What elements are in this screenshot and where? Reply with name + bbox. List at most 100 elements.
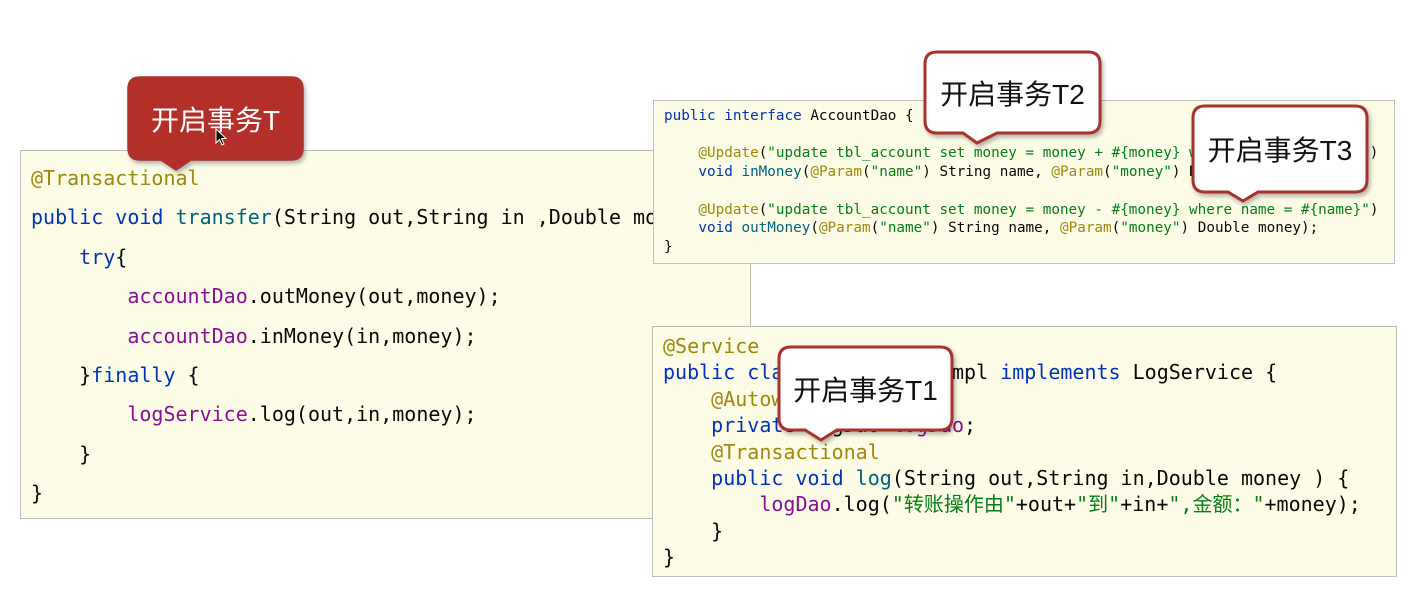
code-token-plain: .log(	[831, 492, 892, 517]
code-token-string: "到"	[1076, 492, 1121, 517]
code-token-annotation: @Update	[664, 201, 759, 218]
code-token-keyword: void	[664, 220, 742, 237]
code-token-plain: ) Double money);	[1180, 220, 1319, 237]
code-token-plain: .outMoney(out,money);	[247, 284, 501, 309]
callout-transaction-t1: 开启事务T1	[777, 345, 954, 442]
code-token-plain: }	[664, 238, 673, 255]
transfer-code-panel-line-8: }	[31, 474, 750, 513]
code-token-plain: {	[175, 362, 200, 387]
log-service-code-panel-line-5: public void log(String out,String in,Dou…	[663, 465, 1396, 491]
code-token-method: inMoney	[741, 164, 802, 181]
code-after-callout: )	[1370, 144, 1379, 163]
code-token-annotation: @Update	[664, 145, 759, 162]
callout-transaction-t: 开启事务T	[126, 75, 305, 172]
transfer-code-panel: @Transactional public void transfer(Strin…	[20, 150, 751, 519]
code-token-plain: (	[1103, 164, 1112, 181]
code-token-plain: (	[862, 164, 871, 181]
code-token-keyword: public void	[31, 205, 176, 230]
callout-transaction-t2: 开启事务T2	[923, 50, 1102, 145]
account-dao-code-panel-line-6: void outMoney(@Param("name") String name…	[664, 219, 1394, 238]
code-token-plain: .inMoney(in,money);	[247, 323, 477, 348]
code-token-plain: +out+	[1015, 492, 1077, 517]
code-token-plain: {	[115, 244, 128, 269]
log-service-code-panel-line-7: }	[663, 518, 1396, 544]
code-token-plain: AccountDao {	[810, 108, 914, 124]
code-token-plain: (	[810, 220, 819, 237]
callout-label: 开启事务T	[150, 104, 281, 136]
transfer-code-panel-line-1: public void transfer(String out,String i…	[31, 198, 750, 237]
code-token-plain: )	[1369, 145, 1379, 162]
code-after-callout: mpl implements LogService {	[952, 359, 1277, 385]
account-dao-code-panel-line-7: }	[664, 238, 1394, 257]
code-token-plain: }	[31, 481, 44, 505]
code-token-plain: (String out,String in,Double money ) {	[891, 465, 1350, 490]
code-token-string: "money"	[1120, 220, 1181, 237]
code-token-plain: (	[1111, 220, 1121, 237]
code-token-annotation: @Service	[663, 334, 760, 358]
transfer-code-panel-line-6: logService.log(out,in,money);	[31, 395, 750, 434]
callout-transaction-t3: 开启事务T3	[1191, 104, 1369, 204]
transfer-code-panel-line-7: }	[31, 435, 750, 474]
code-token-method: outMoney	[741, 220, 811, 237]
code-token-plain: +money);	[1264, 492, 1361, 517]
code-token-string: ",金额："	[1168, 492, 1265, 517]
log-service-code-panel-line-4: @Transactional	[663, 439, 1396, 465]
callout-label: 开启事务T2	[940, 78, 1085, 110]
transfer-code-panel-line-2: try{	[31, 238, 750, 277]
code-token-keyword: public cla	[663, 360, 784, 385]
code-token-keyword: private	[663, 413, 796, 438]
code-token-plain: (	[758, 201, 768, 218]
code-token-string: "name"	[870, 164, 923, 181]
code-token-annotation: @Param	[810, 164, 862, 181]
code-token-field: accountDao	[31, 323, 248, 348]
code-token-keyword: void	[664, 164, 742, 181]
code-token-annotation: @Param	[1051, 164, 1104, 181]
code-token-plain: (String out,String in ,Double mo	[271, 205, 658, 230]
code-token-annotation: @Param	[818, 220, 871, 237]
code-token-plain: ;	[964, 413, 977, 438]
log-service-code-panel-line-0: @Service	[663, 333, 1396, 359]
transfer-code-panel-line-3: accountDao.outMoney(out,money);	[31, 277, 750, 316]
code-token-field: logService	[31, 402, 248, 427]
code-token-plain: (	[870, 220, 880, 237]
code-token-field: accountDao	[31, 284, 248, 309]
code-token-plain: (	[758, 145, 768, 162]
code-token-annotation: @Autow	[663, 386, 784, 411]
log-service-code-panel-line-1: public cla mpl implements LogService {	[663, 359, 1396, 385]
code-token-string: "money"	[1111, 164, 1172, 181]
mouse-cursor-icon	[215, 128, 227, 146]
code-token-plain: ) String name,	[930, 220, 1060, 237]
callout-label: 开启事务T1	[793, 374, 938, 406]
code-token-plain: +in+	[1120, 492, 1169, 517]
code-token-plain: LogService {	[1120, 360, 1278, 385]
code-token-keyword: finally	[91, 362, 176, 387]
log-service-code-panel-line-8: }	[663, 544, 1396, 570]
code-token-method: log	[855, 465, 892, 490]
code-token-plain: .log(out,in,money);	[247, 402, 477, 427]
code-token-keyword: public void	[663, 465, 856, 490]
code-token-field: logDao	[663, 492, 832, 517]
code-token-plain: }	[663, 545, 676, 569]
code-token-string: "name"	[879, 220, 931, 237]
code-token-method: transfer	[175, 205, 272, 230]
transfer-code-panel-line-4: accountDao.inMoney(in,money);	[31, 317, 750, 356]
code-token-keyword: try	[31, 244, 116, 269]
code-token-annotation: @Param	[1060, 220, 1112, 237]
code-token-plain: }	[31, 362, 92, 387]
log-service-code-panel: @Service public cla mpl implements LogServ…	[652, 326, 1397, 577]
code-token-string: "update tbl_account set money = money + …	[767, 145, 1198, 162]
code-token-plain: mpl	[951, 360, 1001, 385]
transfer-code-panel-line-5: }finally {	[31, 356, 750, 395]
code-token-string: "转账操作由"	[891, 492, 1016, 517]
code-token-plain: )	[1369, 201, 1379, 218]
callout-label: 开启事务T3	[1207, 135, 1353, 166]
code-token-plain: }	[31, 441, 92, 466]
code-token-plain: ) String name,	[922, 164, 1052, 181]
code-token-keyword: implements	[1000, 360, 1121, 385]
code-token-keyword: public interface	[664, 108, 811, 124]
code-token-annotation: @Transactional	[663, 439, 880, 464]
log-service-code-panel-line-6: logDao.log("转账操作由"+out+"到"+in+",金额："+mon…	[663, 491, 1396, 517]
code-token-plain: }	[663, 518, 724, 543]
log-service-code-panel-line-2: @Autow	[663, 386, 1396, 412]
log-service-code-panel-line-3: private LogDao logDao;	[663, 412, 1396, 438]
